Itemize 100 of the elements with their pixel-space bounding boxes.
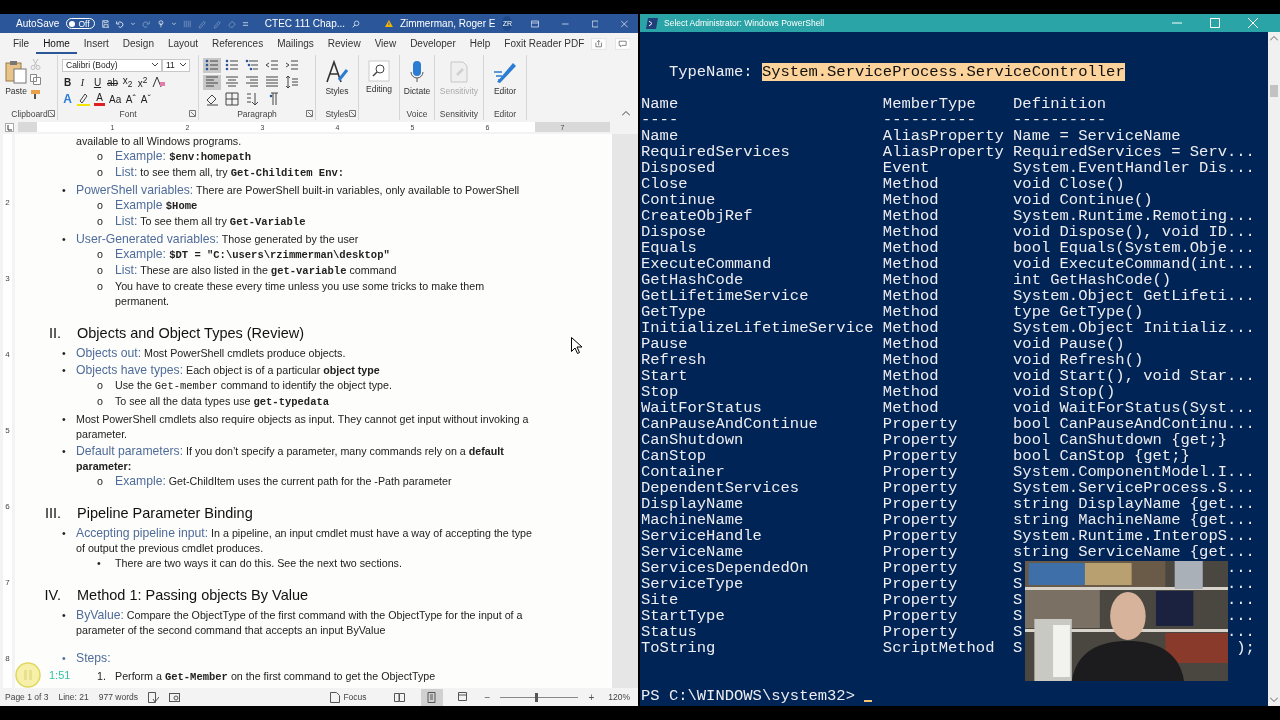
paste-button[interactable]: Paste [5, 57, 27, 96]
font-size-field[interactable]: 11 [162, 58, 190, 72]
user-name[interactable]: Zimmerman, Roger E [399, 18, 496, 29]
editor-button[interactable]: Editor [493, 57, 517, 96]
grow-font-button[interactable]: Aˆ [125, 93, 137, 105]
word-count[interactable]: 977 words [98, 692, 138, 702]
member-name: ExecuteCommand [641, 256, 773, 272]
clear-formatting-icon[interactable] [152, 76, 166, 88]
save-icon[interactable] [101, 17, 110, 30]
ribbon-tab[interactable]: Help [462, 34, 498, 54]
zoom-in-button[interactable]: + [588, 691, 595, 703]
pen-icon[interactable] [493, 60, 517, 84]
font-name-field[interactable]: Calibri (Body) [62, 58, 162, 72]
page-count[interactable]: Page 1 of 3 [5, 692, 49, 702]
group-label: Sensitivity [439, 108, 479, 119]
format-painter-icon[interactable] [30, 89, 41, 100]
collapse-ribbon-icon[interactable] [622, 111, 630, 116]
caret-icon[interactable] [180, 63, 186, 67]
search-icon[interactable] [352, 17, 360, 30]
bullets-button[interactable] [203, 57, 221, 73]
maximize-icon[interactable] [1210, 18, 1220, 28]
member-definition: void WaitForStatus(Syst... [1013, 400, 1255, 416]
member-type: Method [882, 272, 940, 288]
member-definition: S [1013, 640, 1023, 656]
scrollbar[interactable] [1268, 32, 1280, 706]
member-type: Property [882, 576, 959, 592]
dialog-launcher-icon[interactable] [306, 110, 313, 117]
text-effects-button[interactable]: A [62, 92, 73, 106]
copy-icon[interactable] [30, 74, 41, 85]
member-definition: bool CanStop {get;} [1013, 448, 1190, 464]
shrink-font-button[interactable]: Aˇ [140, 93, 152, 105]
list-marker: o [97, 474, 104, 489]
dialog-launcher-icon[interactable] [349, 110, 356, 117]
list-item-text: Steps: [76, 650, 112, 667]
numbering-button[interactable] [223, 57, 241, 73]
list-marker: • [62, 651, 67, 666]
customize-icon[interactable] [242, 19, 248, 28]
maximize-icon[interactable] [591, 18, 599, 29]
clipboard-icon[interactable] [5, 60, 27, 84]
ribbon-tab[interactable]: Review [320, 34, 368, 54]
comments-icon[interactable] [614, 36, 630, 52]
focus-button[interactable]: Focus [330, 691, 367, 703]
dictate-button[interactable]: Dictate [403, 57, 431, 96]
book-icon[interactable] [394, 691, 406, 703]
window-icon[interactable] [458, 691, 470, 703]
member-type: Method [882, 224, 940, 240]
styles-button[interactable]: Styles [325, 57, 349, 96]
tab-selector-icon[interactable] [5, 122, 14, 132]
accessibility-icon[interactable] [168, 691, 180, 703]
borders-button[interactable] [223, 91, 241, 107]
change-case-button[interactable]: Aa [109, 93, 122, 105]
ribbon-tab[interactable]: Developer [403, 34, 463, 54]
page-icon[interactable] [426, 691, 438, 703]
scroll-down-icon[interactable] [1270, 697, 1278, 702]
ribbon-tab[interactable]: Layout [160, 34, 205, 54]
format-button[interactable]: I [77, 76, 88, 88]
ribbon-display-icon[interactable] [531, 18, 540, 29]
editing-button[interactable]: Editing [366, 57, 392, 94]
search-icon[interactable] [368, 60, 390, 82]
ribbon-tab[interactable]: References [205, 34, 271, 54]
format-button[interactable]: x$_{2}$ [122, 75, 134, 89]
ribbon-tab[interactable]: View [367, 34, 404, 54]
styles-icon[interactable] [325, 60, 349, 84]
multilevel-button[interactable] [243, 57, 261, 73]
proofing-icon[interactable] [147, 691, 159, 703]
zoom-out-button[interactable]: − [484, 691, 491, 703]
member-type: Property [882, 528, 959, 544]
close-icon[interactable] [621, 18, 628, 29]
format-button[interactable]: U [92, 76, 103, 88]
format-button[interactable]: B [62, 76, 73, 88]
scroll-thumb[interactable] [1270, 85, 1278, 97]
column-header: Definition [1013, 96, 1108, 112]
print-view-button[interactable] [420, 688, 443, 706]
ribbon-tab[interactable]: Foxit Reader PDF [497, 34, 592, 54]
ribbon-tab[interactable]: File [6, 34, 37, 54]
format-button[interactable]: ab [107, 76, 119, 88]
microphone-icon[interactable] [409, 60, 425, 84]
zoom-slider-thumb[interactable] [534, 692, 538, 702]
scroll-up-icon[interactable] [1270, 36, 1278, 41]
highlighter-icon[interactable] [77, 92, 90, 106]
share-icon[interactable] [591, 36, 607, 52]
font-color-button[interactable]: A [94, 92, 105, 106]
format-button[interactable]: x$^{2}$ [137, 74, 149, 90]
member-type: Method [882, 400, 940, 416]
dialog-launcher-icon[interactable] [48, 110, 55, 117]
header-rule: ---------- [1013, 112, 1108, 128]
ribbon-tab[interactable]: Design [115, 34, 161, 54]
member-type: Method [882, 352, 940, 368]
ribbon-tab[interactable]: Mailings [270, 34, 321, 54]
ribbon-tab[interactable]: Home [36, 34, 77, 54]
member-name: DependentServices [641, 480, 801, 496]
touch-icon[interactable] [157, 17, 166, 30]
ribbon-tab[interactable]: Insert [76, 34, 116, 54]
warning-icon[interactable] [385, 18, 393, 29]
close-icon[interactable] [1248, 18, 1258, 28]
document-icon[interactable] [330, 691, 341, 703]
line-spacing-button[interactable] [283, 74, 301, 90]
caret-icon[interactable] [152, 63, 158, 67]
zoom-level[interactable]: 120% [608, 692, 630, 702]
dialog-launcher-icon[interactable] [189, 110, 196, 117]
